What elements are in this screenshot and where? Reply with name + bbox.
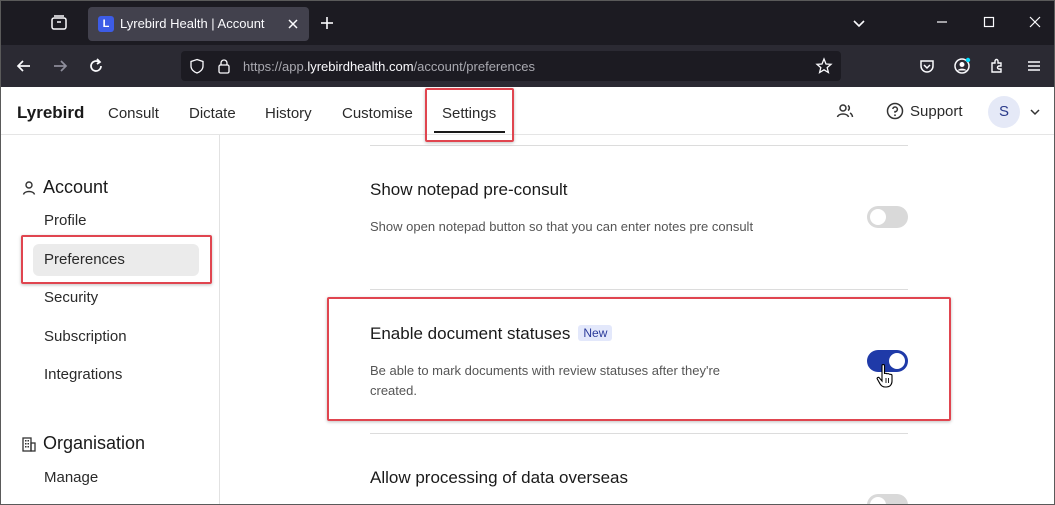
browser-window: L Lyrebird Health | Account https://app.… (0, 0, 1055, 505)
url-host: lyrebirdhealth.com (307, 59, 414, 74)
sidebar-item-integrations[interactable]: Integrations (33, 359, 199, 391)
data-overseas-toggle[interactable] (867, 494, 908, 504)
setting-title: Show notepad pre-consult (370, 180, 568, 199)
notepad-preconsult-toggle[interactable] (867, 206, 908, 228)
sidebar-item-label: Security (44, 289, 99, 306)
sidebar-item-subscription[interactable]: Subscription (33, 321, 199, 353)
url-text[interactable]: https://app.lyrebirdhealth.com/account/p… (243, 59, 535, 74)
setting-title: Allow processing of data overseas (370, 468, 628, 487)
minimize-icon[interactable] (935, 15, 949, 29)
nav-settings[interactable]: Settings (442, 105, 496, 122)
forward-arrow-icon[interactable] (51, 57, 69, 75)
nav-history[interactable]: History (265, 105, 312, 122)
settings-sidebar: Account Profile Preferences Security Sub… (1, 135, 220, 504)
maximize-icon[interactable] (982, 15, 996, 29)
toggle-knob (870, 209, 886, 225)
url-path: /account/preferences (413, 59, 535, 74)
account-heading-label: Account (43, 177, 109, 197)
pocket-icon[interactable] (918, 57, 936, 75)
extensions-icon[interactable] (988, 57, 1006, 75)
new-tab-icon[interactable] (319, 15, 335, 31)
menu-icon[interactable] (1025, 57, 1043, 75)
list-tabs-chevron-icon[interactable] (851, 15, 867, 31)
section-divider (370, 289, 908, 290)
sidebar-item-label: Profile (44, 212, 87, 229)
hand-cursor-icon (876, 364, 893, 388)
support-label: Support (910, 103, 963, 120)
nav-consult[interactable]: Consult (108, 105, 159, 122)
setting-description: Be able to mark documents with review st… (370, 363, 721, 398)
sidebar-item-label: Integrations (44, 366, 123, 383)
sidebar-item-preferences[interactable]: Preferences (33, 244, 199, 276)
close-tab-icon[interactable] (285, 16, 301, 32)
setting-title-text: Enable document statuses (370, 324, 571, 343)
section-divider (370, 433, 908, 434)
help-circle-icon (886, 102, 904, 120)
window-close-icon[interactable] (1028, 15, 1042, 29)
browser-toolbar: https://app.lyrebirdhealth.com/account/p… (1, 45, 1054, 87)
sidebar-item-label: Manage (44, 469, 99, 486)
sidebar-item-profile[interactable]: Profile (33, 205, 199, 237)
tab-favicon: L (98, 16, 114, 32)
sidebar-item-security[interactable]: Security (33, 282, 199, 314)
tab-title: Lyrebird Health | Account (120, 16, 265, 31)
tab-overview-icon[interactable] (49, 13, 69, 33)
sidebar-item-label: Preferences (44, 251, 125, 268)
preferences-panel: Show notepad pre-consult Show open notep… (220, 135, 1054, 504)
sidebar-item-manage[interactable]: Manage (33, 462, 199, 494)
nav-dictate[interactable]: Dictate (189, 105, 236, 122)
brand-logo[interactable]: Lyrebird (17, 103, 84, 123)
address-bar[interactable]: https://app.lyrebirdhealth.com/account/p… (181, 51, 841, 81)
active-nav-underline (434, 131, 505, 133)
browser-tab[interactable]: L Lyrebird Health | Account (88, 7, 309, 41)
team-icon[interactable] (835, 101, 855, 121)
account-icon[interactable] (953, 57, 971, 75)
tab-bar: L Lyrebird Health | Account (1, 1, 1054, 45)
back-arrow-icon[interactable] (15, 57, 33, 75)
user-icon (22, 181, 36, 195)
chevron-down-icon[interactable] (1029, 106, 1041, 118)
reload-icon[interactable] (87, 57, 105, 75)
app-header: Lyrebird Consult Dictate History Customi… (1, 87, 1054, 135)
new-badge: New (578, 325, 613, 341)
nav-customise[interactable]: Customise (342, 105, 413, 122)
url-prefix: https://app. (243, 59, 308, 74)
section-divider (370, 145, 908, 146)
setting-description: Show open notepad button so that you can… (370, 219, 754, 234)
setting-title: Enable document statuses New (370, 324, 613, 344)
toggle-knob (870, 497, 886, 504)
lock-icon[interactable] (217, 58, 231, 74)
organisation-heading-label: Organisation (43, 433, 146, 453)
user-avatar[interactable]: S (988, 96, 1020, 128)
bookmark-star-icon[interactable] (815, 57, 833, 75)
tracking-shield-icon[interactable] (189, 58, 205, 74)
sidebar-item-label: Subscription (44, 328, 127, 345)
building-icon (22, 437, 36, 452)
